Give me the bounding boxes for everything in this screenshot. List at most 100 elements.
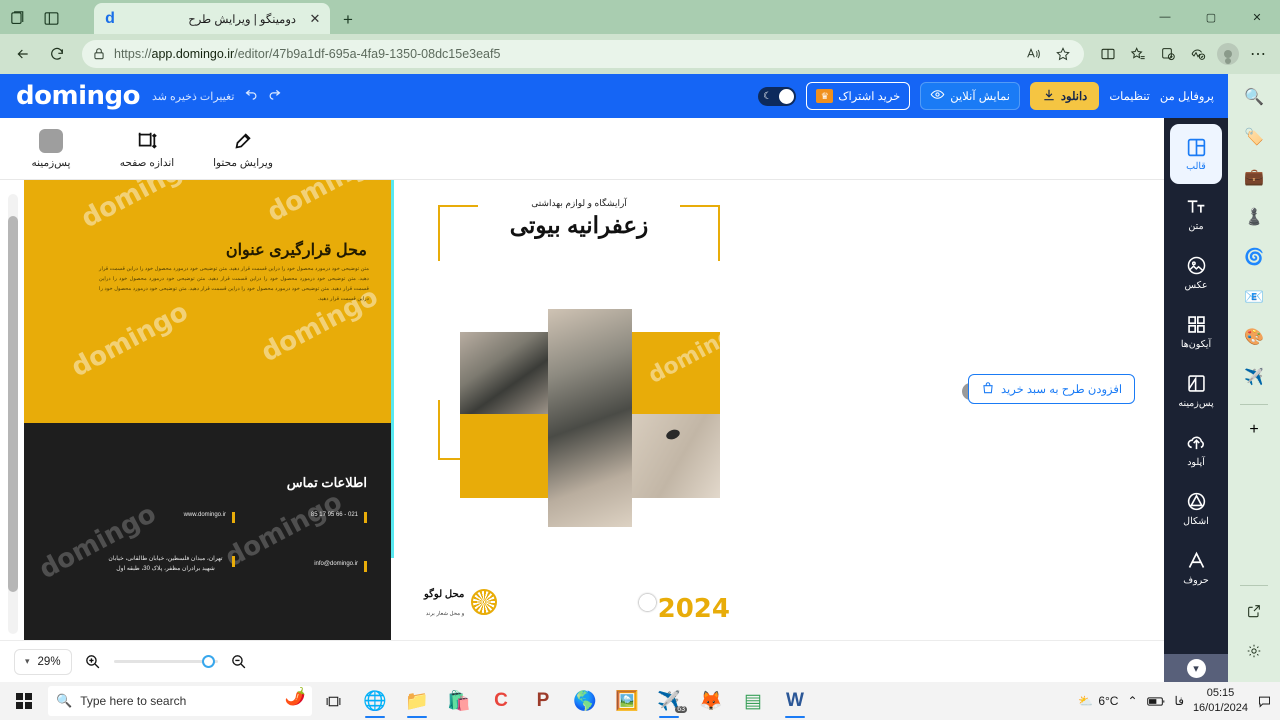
poster-headline[interactable]: محل قرارگیری عنوان (226, 240, 367, 260)
shopping-tag-icon[interactable]: 🏷️ (1239, 122, 1269, 152)
contact-heading[interactable]: اطلاعات تماس (287, 475, 367, 491)
sidebar-item-template[interactable]: قالب (1170, 124, 1222, 184)
sidebar-label: آیکون‌ها (1180, 338, 1212, 350)
open-in-new-icon[interactable] (1239, 596, 1269, 626)
search-icon[interactable]: 🔍 (1239, 82, 1269, 112)
profile-avatar[interactable] (1214, 40, 1242, 68)
word-icon[interactable]: W (774, 682, 816, 720)
sidebar-scroll-down-button[interactable]: ▾ (1164, 654, 1228, 682)
online-preview-button[interactable]: نمایش آنلاین (920, 82, 1020, 110)
designer-icon[interactable]: 🎨 (1239, 322, 1269, 352)
zoom-slider[interactable] (113, 655, 218, 668)
poster-page-left[interactable]: domingo domingo domingo domingo محل قرار… (24, 180, 391, 642)
search-placeholder: Type here to search (80, 694, 187, 708)
canvas-vertical-scrollbar[interactable] (8, 194, 18, 634)
star-icon[interactable] (1052, 43, 1074, 65)
poster-page-right[interactable]: آرایشگاه و لوازم بهداشتی زعفرانیه بیوتی … (394, 180, 764, 642)
weather-widget[interactable]: ⛅ 6°C (1078, 694, 1118, 708)
add-sidebar-app-button[interactable]: + (1239, 415, 1269, 445)
contact-phone[interactable]: 021 - 66 95 17 85 (311, 511, 367, 523)
sidebar-item-shapes[interactable]: اشکال (1164, 479, 1228, 538)
zoom-slider-knob[interactable] (201, 655, 215, 668)
sidebar-item-fonts[interactable]: حروف (1164, 538, 1228, 597)
photoshop-icon[interactable]: P (522, 682, 564, 720)
poster-year[interactable]: 2024 (658, 594, 730, 624)
zoom-level-select[interactable]: ▾ 29% (14, 648, 72, 675)
buy-subscription-button[interactable]: خرید اشتراک ♛ (806, 82, 911, 110)
taskbar-clock[interactable]: 05:15 16/01/2024 (1193, 686, 1248, 716)
poster-body-text[interactable]: متن توضیحی خود درمورد محصول خود را دراین… (99, 264, 369, 305)
camtasia-icon[interactable]: C (480, 682, 522, 720)
chrome-icon[interactable]: 🌎 (564, 682, 606, 720)
favorites-icon[interactable] (1124, 40, 1152, 68)
undo-icon[interactable] (244, 86, 259, 106)
sublime-icon[interactable]: ▤ (732, 682, 774, 720)
window-close-button[interactable]: ✕ (1234, 0, 1280, 34)
file-explorer-icon[interactable]: 📁 (396, 682, 438, 720)
collections-icon[interactable] (1154, 40, 1182, 68)
sidebar-item-text[interactable]: متن (1164, 184, 1228, 243)
outlook-icon[interactable]: 📧 (1239, 282, 1269, 312)
telegram-icon[interactable]: ✈️ (1239, 362, 1269, 392)
minimize-button[interactable]: — (1142, 0, 1188, 34)
read-aloud-icon[interactable] (1022, 43, 1044, 65)
address-bar[interactable]: https://app.domingo.ir/editor/47b9a1df-6… (82, 40, 1084, 68)
firefox-icon[interactable]: 🦊 (690, 682, 732, 720)
windows-start-icon[interactable] (0, 682, 48, 720)
scrollbar-thumb[interactable] (8, 216, 18, 592)
redo-icon[interactable] (267, 86, 282, 106)
split-screen-icon[interactable] (1094, 40, 1122, 68)
tab-search-icon[interactable] (0, 2, 34, 34)
subtoolbar-item-page-size[interactable]: اندازه صفحه (110, 129, 184, 169)
briefcase-icon[interactable]: 💼 (1239, 162, 1269, 192)
sidebar-item-icons[interactable]: آیکون‌ها (1164, 302, 1228, 361)
contact-website[interactable]: www.domingo.ir (184, 511, 235, 523)
games-icon[interactable]: ♟️ (1239, 202, 1269, 232)
logo-main-text: محل لوگو (424, 589, 465, 600)
contact-email[interactable]: info@domingo.ir (314, 560, 367, 572)
taskbar-search-box[interactable]: 🔍 Type here to search 🌶️ (48, 686, 312, 716)
sidebar-item-upload[interactable]: آپلود (1164, 420, 1228, 479)
sidebar-label: قالب (1186, 161, 1206, 172)
contact-address[interactable]: تهران، میدان فلسطین، خیابان طالقانی، خیا… (105, 555, 235, 574)
sidebar-item-image[interactable]: عکس (1164, 243, 1228, 302)
sidebar-item-background[interactable]: پس‌زمینه (1164, 361, 1228, 420)
design-document[interactable]: domingo domingo domingo domingo محل قرار… (24, 180, 764, 642)
gear-icon[interactable] (1239, 636, 1269, 666)
poster-logo-block[interactable]: محل لوگو و محل شعار برند (424, 584, 498, 620)
zoom-in-icon[interactable] (82, 651, 104, 673)
my-profile-link[interactable]: پروفایل من (1160, 89, 1214, 103)
close-icon[interactable]: ✕ (306, 10, 324, 28)
language-indicator[interactable]: فا (1175, 694, 1184, 708)
back-arrow-icon[interactable] (8, 39, 38, 69)
battery-icon[interactable] (1146, 696, 1166, 707)
add-to-cart-button[interactable]: افزودن طرح به سبد خرید (968, 374, 1136, 404)
subtoolbar-item-edit-content[interactable]: ویرایش محتوا (206, 129, 280, 169)
edge-icon[interactable]: 🌐 (354, 682, 396, 720)
settings-link[interactable]: تنظیمات (1109, 89, 1150, 103)
browser-window: d دومینگو | ویرایش طرح ✕ + — ▢ ✕ https:/… (0, 0, 1280, 682)
subtoolbar-item-background[interactable]: پس‌زمینه (14, 128, 88, 169)
poster-image-collage[interactable]: domingo (442, 297, 720, 527)
reload-icon[interactable] (42, 39, 72, 69)
browser-tab[interactable]: d دومینگو | ویرایش طرح ✕ (94, 3, 330, 34)
zoom-out-icon[interactable] (228, 651, 250, 673)
new-tab-button[interactable]: + (336, 8, 360, 32)
fonts-icon (1186, 550, 1207, 572)
copilot-icon[interactable]: 🌀 (1239, 242, 1269, 272)
vertical-tabs-icon[interactable] (34, 2, 68, 34)
subtoolbar-label: اندازه صفحه (119, 156, 175, 169)
download-button[interactable]: دانلود (1029, 82, 1100, 110)
accent-bar (232, 556, 235, 567)
task-view-icon[interactable] (312, 682, 354, 720)
dark-mode-toggle[interactable]: ☾ (758, 86, 797, 106)
maximize-button[interactable]: ▢ (1188, 0, 1234, 34)
notification-icon[interactable] (1257, 694, 1272, 709)
browser-essentials-icon[interactable] (1184, 40, 1212, 68)
windows-taskbar: 🔍 Type here to search 🌶️ 🌐 📁 🛍️ C P 🌎 🖼️… (0, 682, 1280, 720)
photo-viewer-icon[interactable]: 🖼️ (606, 682, 648, 720)
microsoft-store-icon[interactable]: 🛍️ (438, 682, 480, 720)
show-hidden-icons[interactable]: ⌃ (1127, 694, 1137, 708)
telegram-icon[interactable]: ✈️ 63 (648, 682, 690, 720)
settings-more-icon[interactable]: ⋯ (1244, 40, 1272, 68)
